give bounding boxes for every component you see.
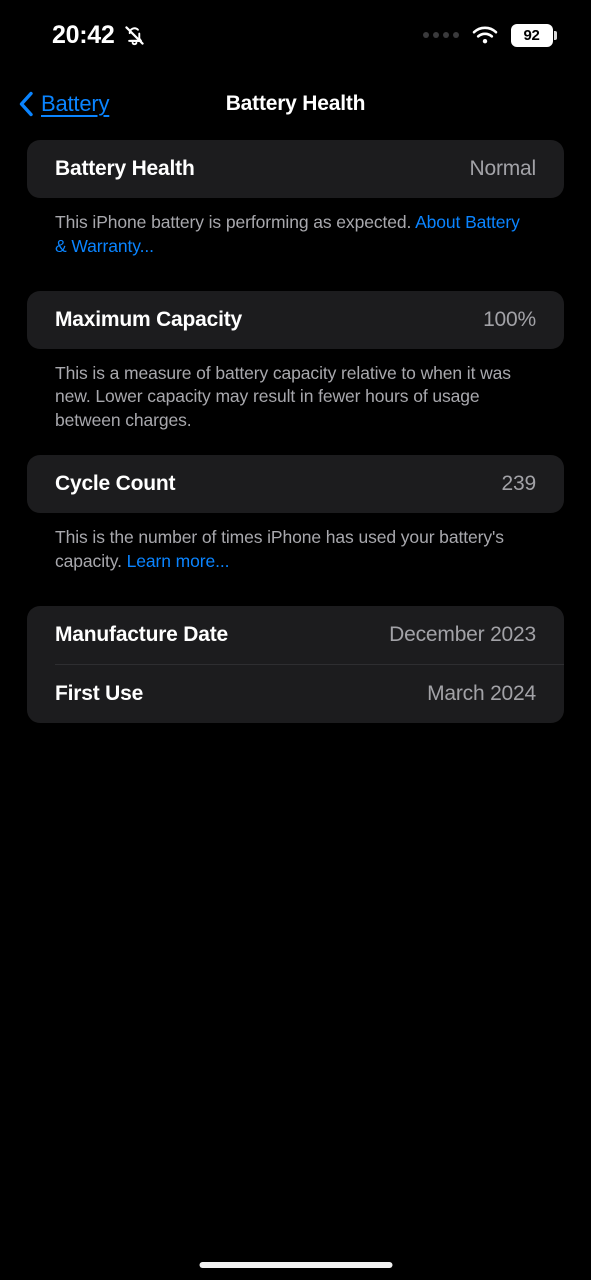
battery-percent-label: 92: [523, 26, 540, 44]
row-label: Manufacture Date: [55, 622, 229, 646]
cycle-count-card[interactable]: Cycle Count 239: [27, 454, 564, 513]
status-bar-right: 92: [422, 23, 557, 47]
row-label: Maximum Capacity: [55, 307, 243, 331]
section-battery-health: Battery Health Normal This iPhone batter…: [0, 140, 591, 259]
row-label: First Use: [55, 681, 144, 705]
row-value: Normal: [469, 157, 537, 180]
footer-maximum-capacity: This is a measure of battery capacity re…: [27, 349, 564, 433]
signal-dots-icon: [422, 32, 459, 38]
settings-content: Battery Health Normal This iPhone batter…: [0, 140, 591, 723]
chevron-left-icon: [16, 90, 36, 118]
battery-health-screen: 20:42 92 Battery Health Battery Battery …: [0, 0, 591, 1280]
navigation-bar: Battery Health Battery: [0, 78, 591, 130]
status-clock: 20:42: [52, 20, 115, 49]
bell-slash-icon: [123, 24, 146, 47]
status-bar: 20:42 92: [0, 0, 591, 70]
row-value: 239: [501, 471, 537, 495]
footer-text: This iPhone battery is performing as exp…: [55, 212, 416, 232]
back-button-label: Battery: [41, 91, 110, 116]
row-value: 100%: [483, 307, 536, 331]
section-cycle-count: Cycle Count 239 This is the number of ti…: [0, 454, 591, 574]
footer-text: This is the number of times iPhone has u…: [55, 526, 504, 571]
row-maximum-capacity[interactable]: Maximum Capacity 100%: [27, 291, 564, 349]
footer-battery-health: This iPhone battery is performing as exp…: [27, 198, 564, 259]
learn-more-link[interactable]: Learn more...: [127, 551, 230, 571]
status-bar-left: 20:42: [52, 21, 146, 50]
section-battery-info: Manufacture Date December 2023 First Use…: [0, 605, 591, 723]
battery-status-icon: 92: [510, 23, 557, 47]
row-first-use: First Use March 2024: [27, 665, 564, 723]
back-button[interactable]: Battery: [16, 78, 109, 130]
section-maximum-capacity: Maximum Capacity 100% This is a measure …: [0, 290, 591, 433]
wifi-icon: [472, 25, 498, 45]
row-battery-health[interactable]: Battery Health Normal: [27, 140, 564, 198]
row-manufacture-date: Manufacture Date December 2023: [27, 606, 564, 664]
home-indicator[interactable]: [199, 1262, 392, 1268]
battery-info-card: Manufacture Date December 2023 First Use…: [27, 605, 564, 723]
footer-cycle-count: This is the number of times iPhone has u…: [27, 513, 564, 574]
row-label: Cycle Count: [55, 471, 176, 495]
row-value: March 2024: [427, 681, 536, 705]
row-value: December 2023: [389, 622, 536, 646]
battery-health-card[interactable]: Battery Health Normal: [27, 140, 564, 198]
row-label: Battery Health: [55, 157, 195, 180]
row-cycle-count[interactable]: Cycle Count 239: [27, 455, 564, 513]
maximum-capacity-card[interactable]: Maximum Capacity 100%: [27, 290, 564, 349]
footer-text: This is a measure of battery capacity re…: [55, 362, 511, 431]
